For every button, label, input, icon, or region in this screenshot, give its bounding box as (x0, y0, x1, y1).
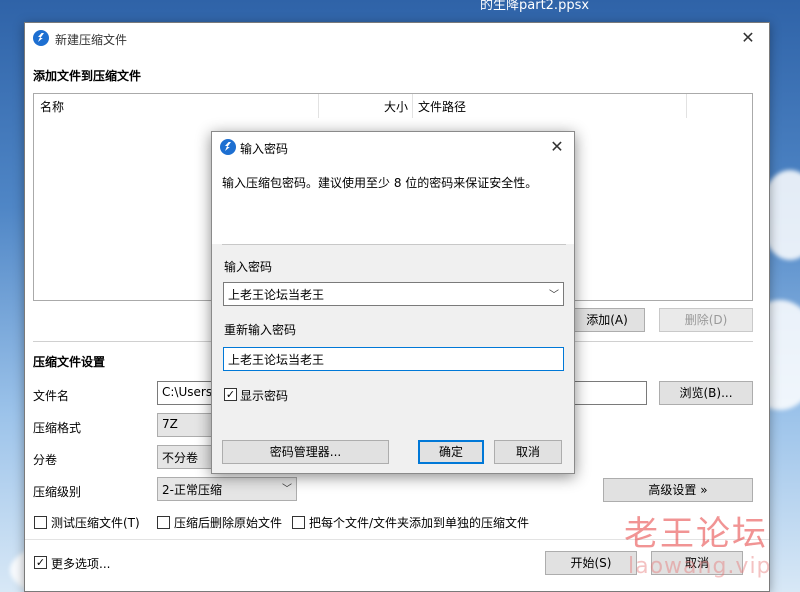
column-size[interactable]: 大小 (384, 98, 408, 115)
split-label: 分卷 (33, 453, 58, 467)
separate-archives-checkbox[interactable] (292, 516, 305, 529)
show-password-checkbox[interactable]: ✓ (224, 388, 237, 401)
watermark-url: laowang.vip (628, 554, 772, 579)
delete-button[interactable]: 删除(D) (659, 308, 753, 332)
chevron-down-icon: ﹀ (282, 484, 292, 495)
dialog-titlebar: 输入密码 ✕ (212, 132, 574, 162)
close-icon[interactable]: ✕ (542, 135, 572, 159)
reenter-password-label: 重新输入密码 (224, 323, 297, 337)
more-options-checkbox[interactable]: ✓ (34, 556, 47, 569)
delete-originals-checkbox[interactable] (157, 516, 170, 529)
app-icon (33, 30, 49, 46)
watermark-logo-text: 老王论坛 (624, 514, 768, 554)
column-name[interactable]: 名称 (40, 98, 64, 115)
browse-button[interactable]: 浏览(B)... (659, 381, 753, 405)
password-input[interactable]: 上老王论坛当老王 ﹀ (223, 282, 564, 306)
app-icon (220, 139, 236, 155)
dialog-cancel-button[interactable]: 取消 (494, 440, 562, 464)
ok-button[interactable]: 确定 (418, 440, 484, 464)
delete-originals-label: 压缩后删除原始文件 (174, 516, 283, 530)
reenter-password-input[interactable]: 上老王论坛当老王 (223, 347, 564, 371)
level-value: 2-正常压缩 (162, 483, 222, 497)
password-label: 输入密码 (224, 260, 273, 274)
password-dialog: 输入密码 ✕ 输入压缩包密码。建议使用至少 8 位的密码来保证安全性。 输入密码… (211, 131, 575, 474)
desktop-file-label: 的生降part2.ppsx (480, 0, 590, 13)
window-title: 新建压缩文件 (55, 33, 128, 47)
close-icon[interactable]: ✕ (733, 26, 763, 50)
format-value: 7Z (162, 417, 178, 431)
split-value: 不分卷 (162, 451, 199, 465)
level-label: 压缩级别 (33, 485, 82, 499)
column-divider (686, 94, 687, 118)
test-archive-checkbox[interactable] (34, 516, 47, 529)
password-value: 上老王论坛当老王 (228, 288, 325, 302)
show-password-label: 显示密码 (240, 389, 289, 403)
column-divider (318, 94, 319, 118)
filename-label: 文件名 (33, 389, 70, 403)
column-divider (412, 94, 413, 118)
test-archive-label: 测试压缩文件(T) (51, 516, 140, 530)
add-button[interactable]: 添加(A) (569, 308, 645, 332)
advanced-settings-button[interactable]: 高级设置 » (603, 478, 753, 502)
level-select[interactable]: 2-正常压缩 ﹀ (157, 477, 297, 501)
dialog-description: 输入压缩包密码。建议使用至少 8 位的密码来保证安全性。 (222, 176, 538, 190)
section-add-files: 添加文件到压缩文件 (33, 69, 142, 83)
dialog-title: 输入密码 (240, 142, 289, 156)
column-path[interactable]: 文件路径 (418, 98, 466, 115)
main-titlebar: 新建压缩文件 ✕ (25, 23, 769, 53)
more-options-label: 更多选项... (51, 557, 111, 571)
dialog-description-area: 输入压缩包密码。建议使用至少 8 位的密码来保证安全性。 (212, 162, 574, 244)
separate-archives-label: 把每个文件/文件夹添加到单独的压缩文件 (309, 516, 530, 530)
format-label: 压缩格式 (33, 421, 82, 435)
section-archive-settings: 压缩文件设置 (33, 355, 106, 369)
password-manager-button[interactable]: 密码管理器... (222, 440, 389, 464)
divider (222, 244, 566, 245)
chevron-down-icon[interactable]: ﹀ (549, 286, 559, 301)
